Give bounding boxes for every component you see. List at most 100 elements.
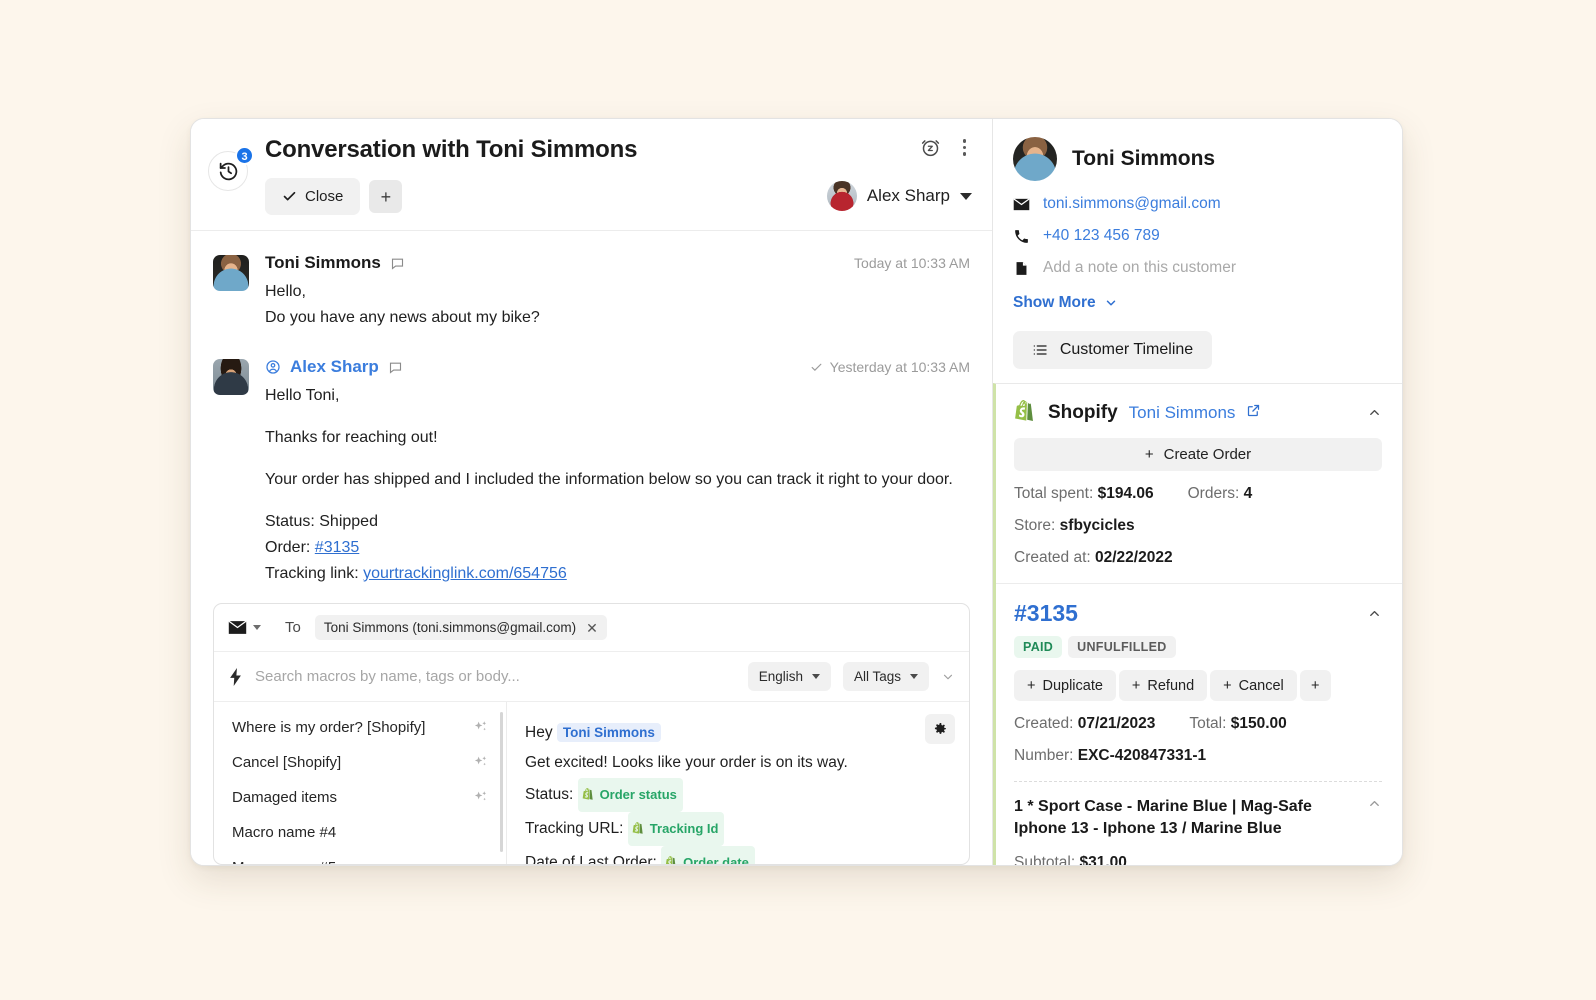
shopify-icon <box>1014 400 1037 425</box>
agent-icon <box>265 359 281 375</box>
message-timestamp: Yesterday at 10:33 AM <box>810 359 970 375</box>
tracking-link[interactable]: yourtrackinglink.com/654756 <box>363 565 567 582</box>
check-icon <box>283 191 296 201</box>
message-line: Status: Shipped <box>265 513 378 530</box>
conversation-header: 3 Conversation with Toni Simmons Close + <box>191 119 992 231</box>
refund-order-button[interactable]: + Refund <box>1118 670 1208 701</box>
message-list: Toni Simmons Today at 10:33 AM Hello, Do… <box>191 231 992 593</box>
merge-token-label: Tracking Id <box>649 821 719 836</box>
collapse-line-item-chevron-up-icon[interactable] <box>1367 796 1382 811</box>
customer-phone[interactable]: +40 123 456 789 <box>1043 227 1160 245</box>
message-timestamp: Today at 10:33 AM <box>854 255 970 271</box>
phone-icon <box>1015 229 1028 243</box>
shopify-card-header: Shopify Toni Simmons <box>1014 400 1382 425</box>
store-label: Store: <box>1014 517 1056 534</box>
created-at-label: Created at: <box>1014 549 1091 566</box>
search-input[interactable] <box>255 668 736 685</box>
order-subtotal-row: Subtotal: $31.00 <box>1014 854 1382 865</box>
plus-icon: + <box>1027 677 1036 694</box>
customer-email-row: toni.simmons@gmail.com <box>1013 195 1382 213</box>
header-utility-actions <box>920 137 973 158</box>
add-action-button[interactable]: + <box>369 180 403 213</box>
shopify-icon <box>582 788 593 800</box>
order-id-link[interactable]: #3135 <box>1014 600 1078 627</box>
message-author[interactable]: Alex Sharp <box>290 357 379 377</box>
list-item[interactable]: Macro name #4 <box>214 815 506 850</box>
comment-bubble-icon[interactable] <box>390 256 405 271</box>
customer-timeline-label: Customer Timeline <box>1059 341 1194 358</box>
order-total-label: Total: <box>1189 715 1227 732</box>
preview-status-label: Status: <box>525 786 574 804</box>
more-order-actions-button[interactable]: + <box>1299 670 1331 701</box>
customer-note-row[interactable]: Add a note on this customer <box>1013 259 1382 277</box>
macro-name: Macro name #4 <box>232 824 337 841</box>
snooze-icon[interactable] <box>920 137 941 158</box>
preview-line: Tracking URL: Tracking Id <box>525 812 951 846</box>
preview-line: Status: Order status <box>525 778 951 812</box>
list-item[interactable]: Damaged items <box>214 780 506 815</box>
show-more-button[interactable]: Show More <box>1013 294 1118 312</box>
create-order-button[interactable]: + Create Order <box>1014 438 1382 471</box>
external-link-icon[interactable] <box>1246 403 1261 423</box>
collapse-shopify-card-chevron-up-icon[interactable] <box>1367 405 1382 420</box>
shopify-created-row: Created at: 02/22/2022 <box>1014 549 1382 567</box>
duplicate-order-button[interactable]: + Duplicate <box>1014 670 1116 701</box>
list-item[interactable]: Macro name #5 <box>214 850 506 864</box>
recipient-chip[interactable]: Toni Simmons (toni.simmons@gmail.com) ✕ <box>314 615 607 640</box>
macro-name: Macro name #5 <box>232 859 336 864</box>
shopify-totals-row: Total spent: $194.06 Orders: 4 <box>1014 485 1382 503</box>
cancel-order-button[interactable]: + Cancel <box>1210 670 1297 701</box>
assignee-selector[interactable]: Alex Sharp <box>826 181 972 211</box>
message-body: Hello, Do you have any news about my bik… <box>265 279 970 331</box>
plus-icon: + <box>1131 677 1141 694</box>
customer-phone-row: +40 123 456 789 <box>1013 227 1382 245</box>
orders-value: 4 <box>1243 485 1253 502</box>
ai-sparkle-icon <box>473 755 488 770</box>
tags-select[interactable]: All Tags <box>842 662 929 691</box>
collapse-order-card-chevron-up-icon[interactable] <box>1367 606 1382 621</box>
message-line: Hello Toni, <box>265 387 340 404</box>
avatar <box>826 181 857 211</box>
shopify-order-card: #3135 PAID UNFULFILLED + Duplicate + Ref… <box>996 584 1402 865</box>
order-line-item: 1 * Sport Case - Marine Blue | Mag-Safe … <box>1014 781 1382 840</box>
more-options-icon[interactable] <box>957 137 973 158</box>
channel-selector[interactable] <box>228 620 261 635</box>
created-at: Created at: 02/22/2022 <box>1014 549 1173 567</box>
order-created: Created: 07/21/2023 <box>1014 715 1155 733</box>
merge-token-order-date: Order date <box>661 846 755 864</box>
list-icon <box>1033 345 1047 355</box>
chevron-down-icon[interactable] <box>960 192 972 200</box>
language-select[interactable]: English <box>747 662 831 691</box>
refund-label: Refund <box>1147 677 1195 694</box>
customer-email[interactable]: toni.simmons@gmail.com <box>1043 195 1221 213</box>
history-button[interactable]: 3 <box>208 146 254 191</box>
page-root: 3 Conversation with Toni Simmons Close + <box>0 0 1596 1000</box>
shopify-linked-customer[interactable]: Toni Simmons <box>1129 403 1236 423</box>
merge-token-order-status: Order status <box>577 778 683 812</box>
collapse-macros-chevron-down-icon[interactable] <box>941 670 955 684</box>
history-count-badge: 3 <box>235 146 254 165</box>
chevron-down-icon[interactable] <box>253 625 261 630</box>
sent-check-icon <box>811 363 822 371</box>
recipient-row: To Toni Simmons (toni.simmons@gmail.com)… <box>214 604 969 652</box>
order-total: Total: $150.00 <box>1189 715 1286 733</box>
order-label: Order: <box>265 539 315 556</box>
close-button[interactable]: Close <box>265 178 361 215</box>
macro-list-scrollbar[interactable] <box>500 712 503 852</box>
macro-list[interactable]: Where is my order? [Shopify] Cancel [Sho… <box>214 702 507 864</box>
gear-icon[interactable] <box>925 714 955 744</box>
comment-bubble-icon[interactable] <box>388 360 403 375</box>
store: Store: sfbycicles <box>1014 517 1135 535</box>
to-label: To <box>285 619 301 636</box>
list-item[interactable]: Cancel [Shopify] <box>214 745 506 780</box>
list-item[interactable]: Where is my order? [Shopify] <box>214 710 506 745</box>
order-link[interactable]: #3135 <box>315 539 360 556</box>
customer-timeline-button[interactable]: Customer Timeline <box>1013 331 1212 369</box>
store-value: sfbycicles <box>1059 517 1135 534</box>
message-body: Hello Toni, Thanks for reaching out! You… <box>265 383 970 587</box>
shopify-store-row: Store: sfbycicles <box>1014 517 1382 535</box>
note-icon <box>1016 261 1027 275</box>
preview-line: Date of Last Order: Order date <box>525 846 951 864</box>
order-created-value: 07/21/2023 <box>1077 715 1156 732</box>
close-icon[interactable]: ✕ <box>586 621 598 635</box>
